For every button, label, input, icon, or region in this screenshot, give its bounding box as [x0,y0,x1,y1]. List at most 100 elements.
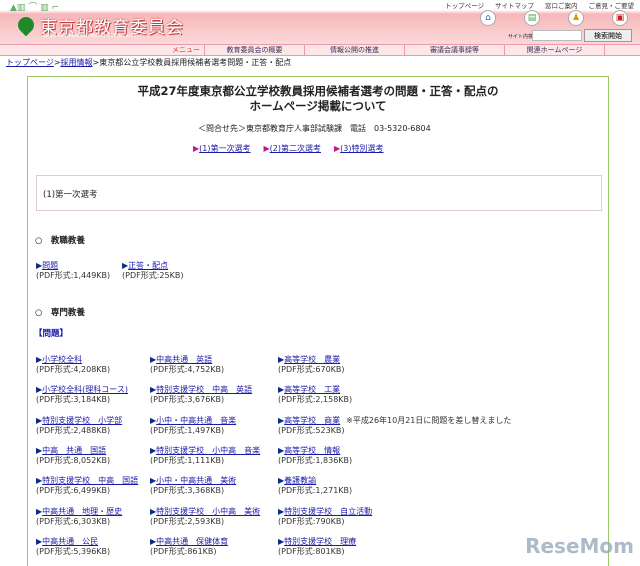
list-item: ▶中高共通 公民 (PDF形式:5,396KB) [36,537,110,557]
site-search-input[interactable] [532,30,582,41]
breadcrumb-current: 東京都公立学校教員採用候補者選考問題・正答・配点 [99,58,292,67]
top-links: トップページ サイトマップ 窓口ご案内 ご意見・ご要望 [445,0,634,10]
replacement-note: ※平成26年10月21日に問題を差し替えました [346,415,512,425]
breadcrumb: トップページ>採用情報>東京都公立学校教員採用候補者選考問題・正答・配点 [6,57,291,68]
pdf-link[interactable]: 正答・配点 [128,261,168,270]
file-size: (PDF形式:861KB) [150,546,217,556]
pdf-link[interactable]: 高等学校 工業 [284,385,340,394]
ginkgo-logo-icon [14,13,38,37]
jump-second-selection[interactable]: (2)第二次選考 [270,144,321,153]
file-size: (PDF形式:2,593KB) [150,516,225,526]
info-desk-icon[interactable]: ♟ [568,10,584,26]
file-size: (PDF形式:523KB) [278,425,345,435]
pdf-link[interactable]: 特別支援学校 小中高 美術 [156,507,260,516]
list-item: ▶問題 (PDF形式:1,449KB) [36,261,110,281]
file-size: (PDF形式:2,158KB) [278,395,353,405]
top-link-sitemap[interactable]: サイトマップ [495,0,534,10]
file-size: (PDF形式:1,271KB) [278,486,353,496]
pdf-link[interactable]: 特別支援学校 中高 英語 [156,385,252,394]
pdf-link[interactable]: 問題 [42,261,58,270]
pdf-link[interactable]: 小中・中高共通 美術 [156,476,236,485]
nav-item-related[interactable]: 関連ホームページ [505,45,605,55]
breadcrumb-separator: > [53,58,61,67]
file-size: (PDF形式:1,111KB) [150,455,225,465]
list-item: ▶特別支援学校 小学部 (PDF形式:2,488KB) [36,416,122,436]
list-item: ▶特別支援学校 理療 (PDF形式:801KB) [278,537,356,557]
breadcrumb-recruitment[interactable]: 採用情報 [61,58,93,67]
site-logo-subtitle: Tokyo Metropolitan Board of Education [42,33,139,39]
list-item: ▶特別支援学校 小中高 音楽 (PDF形式:1,111KB) [150,446,260,466]
top-link-home[interactable]: トップページ [445,0,484,10]
file-size: (PDF形式:6,499KB) [36,486,111,496]
pdf-link[interactable]: 小学校全科(理科コース) [42,385,128,394]
pdf-link[interactable]: 特別支援学校 理療 [284,537,356,546]
list-item: ▶中高共通 英語 (PDF形式:4,752KB) [150,355,224,375]
pdf-link[interactable]: 小学校全科 [42,355,82,364]
nav-item-overview[interactable]: 教育委員会の概要 [205,45,305,55]
jump-first-selection[interactable]: (1)第一次選考 [199,144,250,153]
section-jump-links: ▶(1)第一次選考 ▶(2)第二次選考 ▶(3)特別選考 [193,143,384,154]
pdf-link[interactable]: 中高共通 保健体育 [156,537,228,546]
pdf-link[interactable]: 中高 共通 国語 [42,446,106,455]
jump-special-selection[interactable]: (3)特別選考 [340,144,383,153]
pdf-link[interactable]: 養護教諭 [284,476,316,485]
section-title: (1)第一次選考 [43,190,98,200]
list-item: ▶高等学校 工業 (PDF形式:2,158KB) [278,385,352,405]
top-link-contact[interactable]: 窓口ご案内 [545,0,578,10]
list-item: ▶特別支援学校 小中高 美術 (PDF形式:2,593KB) [150,507,260,527]
file-size: (PDF形式:4,208KB) [36,365,111,374]
page-title: 平成27年度東京都公立学校教員採用候補者選考の問題・正答・配点の ホームページ掲載… [28,84,608,114]
list-item: ▶高等学校 商業 ※平成26年10月21日に問題を差し替えました (PDF形式:52… [278,416,511,436]
title-line-1: 平成27年度東京都公立学校教員採用候補者選考の問題・正答・配点の [137,84,499,98]
file-size: (PDF形式:6,303KB) [36,516,111,526]
list-item: ▶特別支援学校 自立活動 (PDF形式:790KB) [278,507,372,527]
section-header: (1)第一次選考 [36,175,602,211]
list-item: ▶高等学校 農業 (PDF形式:670KB) [278,355,345,375]
mailbox-icon[interactable]: ▣ [612,10,628,26]
pdf-link[interactable]: 特別支援学校 小中高 音楽 [156,446,260,455]
search-button[interactable]: 検索開始 [584,29,632,42]
pdf-link[interactable]: 小中・中高共通 音楽 [156,416,236,425]
file-size: (PDF形式:1,836KB) [278,455,353,465]
pdf-link[interactable]: 特別支援学校 自立活動 [284,507,372,516]
pdf-link[interactable]: 高等学校 商業 [284,416,340,425]
list-item: ▶中高共通 地理・歴史 (PDF形式:6,303KB) [36,507,122,527]
list-item: ▶小学校全科 (PDF形式:4,208KB) [36,355,110,375]
list-item: ▶養護教諭 (PDF形式:1,271KB) [278,476,352,496]
pdf-link[interactable]: 中高共通 英語 [156,355,212,364]
watermark-logo: ReseMom [525,534,634,558]
main-nav: メニュー 教育委員会の概要 情報公開の推進 審議会議事録等 関連ホームページ [0,44,640,56]
list-item: ▶特別支援学校 中高 国語 (PDF形式:6,499KB) [36,476,138,496]
list-item: ▶高等学校 情報 (PDF形式:1,836KB) [278,446,352,466]
list-item: ▶中高共通 保健体育 (PDF形式:861KB) [150,537,228,557]
file-size: (PDF形式:4,752KB) [150,365,225,374]
pdf-link[interactable]: 中高共通 地理・歴史 [42,507,122,516]
pdf-link[interactable]: 特別支援学校 小学部 [42,416,122,425]
content-box: 平成27年度東京都公立学校教員採用候補者選考の問題・正答・配点の ホームページ掲載… [27,76,609,566]
nav-item-minutes[interactable]: 審議会議事録等 [405,45,505,55]
pdf-link[interactable]: 中高共通 公民 [42,537,98,546]
title-line-2: ホームページ掲載について [249,99,387,113]
pdf-link[interactable]: 高等学校 農業 [284,355,340,364]
header-illustration: ▲▥ ⌒ ▥ ⌐ [10,3,60,13]
list-item: ▶正答・配点 (PDF形式:25KB) [122,261,183,281]
sitemap-icon[interactable]: ▤ [524,10,540,26]
file-size: (PDF形式:670KB) [278,365,345,374]
list-item: ▶中高 共通 国語 (PDF形式:8,052KB) [36,446,110,466]
nav-item-disclosure[interactable]: 情報公開の推進 [305,45,405,55]
list-item: ▶小学校全科(理科コース) (PDF形式:3,184KB) [36,385,128,405]
list-item: ▶特別支援学校 中高 英語 (PDF形式:3,676KB) [150,385,252,405]
file-size: (PDF形式:3,676KB) [150,395,225,405]
list-item: ▶小中・中高共通 美術 (PDF形式:3,368KB) [150,476,236,496]
top-link-feedback[interactable]: ご意見・ご要望 [589,0,635,10]
file-size: (PDF形式:2,488KB) [36,425,111,435]
file-size: (PDF形式:3,184KB) [36,395,111,405]
file-size: (PDF形式:8,052KB) [36,455,111,465]
home-icon[interactable]: ⌂ [480,10,496,26]
list-item: ▶小中・中高共通 音楽 (PDF形式:1,497KB) [150,416,236,436]
pdf-link[interactable]: 特別支援学校 中高 国語 [42,476,138,485]
file-size: (PDF形式:790KB) [278,516,345,526]
pdf-link[interactable]: 高等学校 情報 [284,446,340,455]
breadcrumb-home[interactable]: トップページ [6,58,54,67]
problems-label: 【問題】 [34,329,69,339]
